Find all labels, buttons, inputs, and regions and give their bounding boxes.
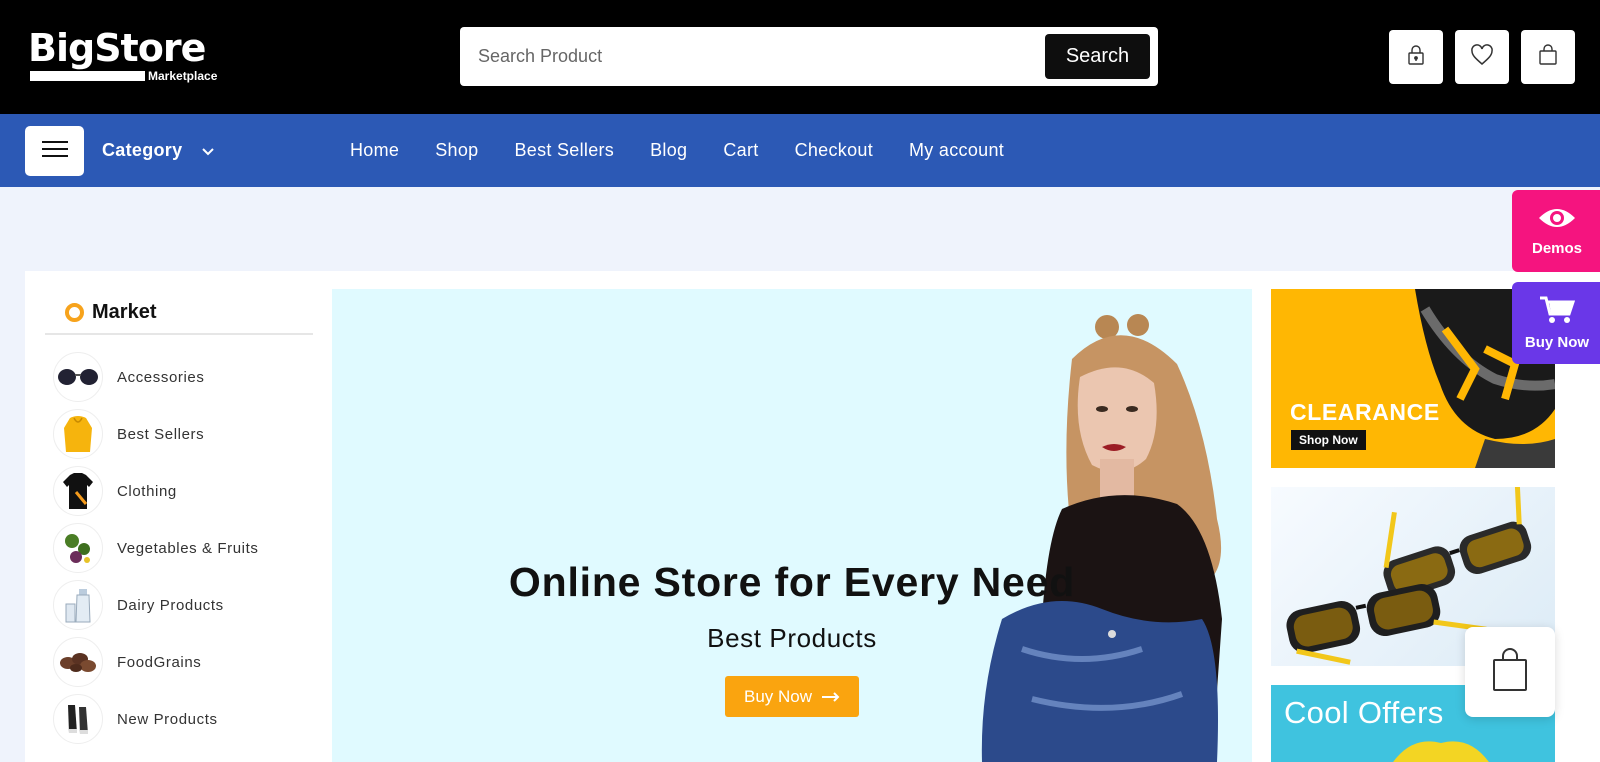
sidebar-item-label: Vegetables & Fruits xyxy=(117,539,259,557)
arrow-right-icon xyxy=(812,687,840,707)
sidebar-header: Market xyxy=(65,301,156,324)
heart-icon xyxy=(1470,43,1494,71)
category-dropdown[interactable]: Category xyxy=(102,114,215,187)
wishlist-button[interactable] xyxy=(1455,30,1509,84)
search-button[interactable]: Search xyxy=(1045,34,1150,79)
polo-shirt-icon xyxy=(53,466,103,516)
logo-subtitle: Marketplace xyxy=(148,69,218,83)
shop-now-button[interactable]: Shop Now xyxy=(1291,430,1366,450)
sidebar-title: Market xyxy=(92,301,157,323)
sidebar-item-label: Accessories xyxy=(117,368,205,386)
sidebar-item-accessories[interactable]: Accessories xyxy=(53,352,204,402)
nav-item-my-account[interactable]: My account xyxy=(909,140,1004,161)
hero-subtitle: Best Products xyxy=(707,623,877,653)
clearance-title: CLEARANCE xyxy=(1290,399,1440,425)
search-input[interactable] xyxy=(478,37,1038,75)
nav-item-cart[interactable]: Cart xyxy=(723,140,758,161)
nav-menu: Home Shop Best Sellers Blog Cart Checkou… xyxy=(350,114,1040,187)
sidebar-item-dairy-products[interactable]: Dairy Products xyxy=(53,580,224,630)
sidebar-item-label: Clothing xyxy=(117,482,177,500)
sidebar-divider xyxy=(45,333,313,335)
hoodie-icon xyxy=(53,409,103,459)
ring-icon xyxy=(65,303,84,322)
demos-button[interactable]: Demos xyxy=(1512,190,1600,272)
hero-banner: Online Store for Every Need Best Product… xyxy=(332,289,1252,762)
buy-now-label: Buy Now xyxy=(1524,333,1590,351)
sunglasses-icon xyxy=(53,352,103,402)
milk-bottle-icon xyxy=(53,580,103,630)
sidebar-item-foodgrains[interactable]: FoodGrains xyxy=(53,637,201,687)
shopping-bag-icon xyxy=(1492,647,1528,697)
buy-now-float-button[interactable]: Buy Now xyxy=(1512,282,1600,364)
logo-underline xyxy=(30,71,145,81)
sneakers-icon xyxy=(53,694,103,744)
sidebar-item-label: FoodGrains xyxy=(117,653,202,671)
cart-icon xyxy=(1539,296,1576,334)
chevron-down-icon xyxy=(182,140,215,161)
search-bar: Search xyxy=(460,27,1158,86)
sidebar-item-best-sellers[interactable]: Best Sellers xyxy=(53,409,204,459)
sidebar-item-vegetables-fruits[interactable]: Vegetables & Fruits xyxy=(53,523,258,573)
menu-toggle-button[interactable] xyxy=(25,126,84,176)
hero-button-label: Buy Now xyxy=(743,686,813,706)
main-nav: Category Home Shop Best Sellers Blog Car… xyxy=(0,114,1600,187)
hero-buy-now-button[interactable]: Buy Now xyxy=(725,676,859,717)
sidebar-item-label: Dairy Products xyxy=(117,596,224,614)
sidebar-item-label: Best Sellers xyxy=(117,425,205,443)
vegetables-icon xyxy=(53,523,103,573)
hero-model-image xyxy=(981,314,1222,762)
account-button[interactable] xyxy=(1389,30,1443,84)
site-logo[interactable]: BigStore Marketplace xyxy=(28,28,228,88)
category-label: Category xyxy=(102,140,183,160)
sidebar-item-label: New Products xyxy=(117,710,218,728)
hero-title: Online Store for Every Need xyxy=(508,559,1076,605)
sidebar-item-new-products[interactable]: New Products xyxy=(53,694,218,744)
offer-product-image xyxy=(1393,741,1489,762)
cart-button[interactable] xyxy=(1521,30,1575,84)
lock-icon xyxy=(1407,44,1425,71)
shopping-bag-icon xyxy=(1538,43,1558,71)
logo-text: BigStore xyxy=(28,26,206,70)
top-header: BigStore Marketplace Search xyxy=(0,0,1600,114)
demos-label: Demos xyxy=(1531,239,1583,257)
sidebar-item-clothing[interactable]: Clothing xyxy=(53,466,177,516)
grains-icon xyxy=(53,637,103,687)
nav-item-checkout[interactable]: Checkout xyxy=(795,140,873,161)
nav-item-best-sellers[interactable]: Best Sellers xyxy=(514,140,614,161)
hamburger-icon xyxy=(41,140,68,163)
nav-item-shop[interactable]: Shop xyxy=(435,140,478,161)
eye-icon xyxy=(1538,206,1576,240)
nav-item-home[interactable]: Home xyxy=(350,140,399,161)
floating-cart-button[interactable] xyxy=(1465,627,1555,717)
nav-item-blog[interactable]: Blog xyxy=(650,140,687,161)
